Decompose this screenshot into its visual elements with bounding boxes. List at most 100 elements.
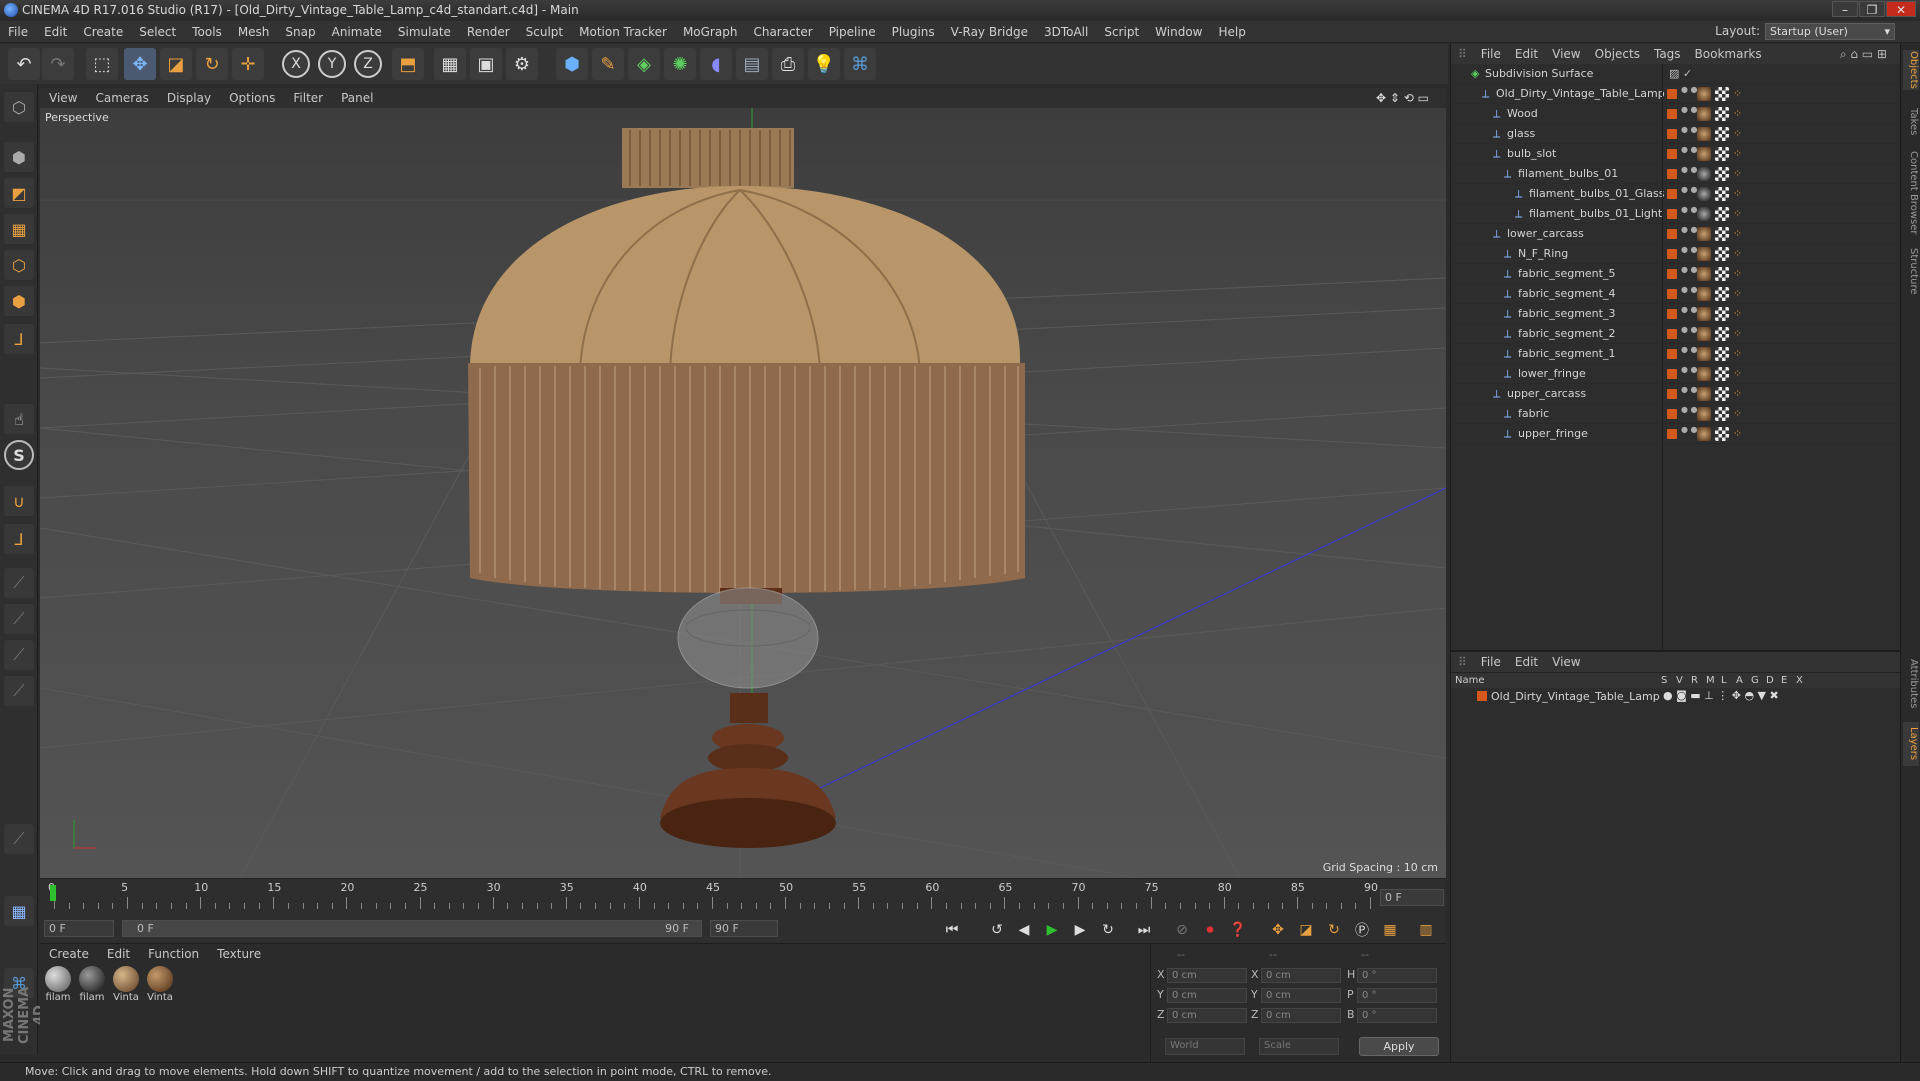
edges-mode-icon[interactable]: ⬡ [4,250,34,280]
layout-select[interactable]: Startup (User) ▾ [1765,23,1895,40]
uvw-tag-icon[interactable] [1715,267,1729,281]
selection-tag-icon[interactable]: ⁘ [1733,387,1742,400]
key-scale-icon[interactable]: ◪ [1294,919,1318,941]
object-tree-row[interactable]: ⟂ upper_carcass ● ● ⁘ [1451,384,1901,404]
brush-icon[interactable]: ⟋ [4,676,34,706]
object-tree-row[interactable]: ⟂ N_F_Ring ● ● ⁘ [1451,244,1901,264]
deformer-icon[interactable]: ◖ [700,48,732,80]
sculpt-icon[interactable]: ⟋ [4,824,34,854]
tab-structure[interactable]: Structure [1903,244,1919,298]
selection-tag-icon[interactable]: ⁘ [1733,367,1742,380]
render-view-icon[interactable]: ▦ [434,48,466,80]
layer-menu-edit[interactable]: Edit [1508,652,1545,672]
record-keys-icon[interactable]: ⊘ [1170,919,1194,941]
uvw-tag-icon[interactable] [1715,107,1729,121]
layer-menu-file[interactable]: File [1474,652,1508,672]
object-tree-row[interactable]: ⟂ fabric_segment_4 ● ● ⁘ [1451,284,1901,304]
selection-tag-icon[interactable]: ⁘ [1733,327,1742,340]
go-to-start-icon[interactable]: ⏮ [940,919,964,941]
x-axis-icon[interactable]: X [282,50,310,78]
viewport-menu-display[interactable]: Display [158,88,220,108]
obj-menu-tags[interactable]: Tags [1647,44,1688,64]
menu-window[interactable]: Window [1147,21,1210,43]
points-mode-icon[interactable]: ▦ [4,214,34,244]
rotation-b-field[interactable]: 0 ° [1357,1008,1437,1023]
polygons-mode-icon[interactable]: ⬢ [4,286,34,316]
position-y-field[interactable]: 0 cm [1167,988,1247,1003]
mograph-cloner-icon[interactable]: ✺ [664,48,696,80]
menu-snap[interactable]: Snap [277,21,323,43]
layer-color-dot[interactable] [1667,429,1677,439]
enabled-check-icon[interactable]: ▨ ✓ [1669,67,1692,80]
axis-mode-icon[interactable]: ⅃ [4,324,34,354]
tab-layers[interactable]: Layers [1903,722,1919,766]
timeline-end-field[interactable]: 0 F [1380,889,1444,906]
object-tree-row[interactable]: ⟂ glass ● ● ⁘ [1451,124,1901,144]
coordinate-system-icon[interactable]: ⬒ [392,48,424,80]
layer-color-dot[interactable] [1667,129,1677,139]
material-tag-icon[interactable] [1697,247,1711,261]
viewport-menu-cameras[interactable]: Cameras [86,88,157,108]
material-tag-icon[interactable] [1697,107,1711,121]
size-z-field[interactable]: 0 cm [1261,1008,1341,1023]
uvw-tag-icon[interactable] [1715,247,1729,261]
z-axis-icon[interactable]: Z [354,50,382,78]
selection-tag-icon[interactable]: ⁘ [1733,87,1742,100]
menu-edit[interactable]: Edit [36,21,75,43]
tab-objects[interactable]: Objects [1903,50,1919,90]
uvw-tag-icon[interactable] [1715,287,1729,301]
workplane-icon[interactable]: ◩ [4,178,34,208]
tab-takes[interactable]: Takes [1903,104,1919,140]
object-tree-row[interactable]: ⟂ fabric_segment_1 ● ● ⁘ [1451,344,1901,364]
layer-color-dot[interactable] [1667,389,1677,399]
object-tree-row[interactable]: ⟂ Old_Dirty_Vintage_Table_Lamp ● ● ⁘ [1451,84,1901,104]
selection-tag-icon[interactable]: ⁘ [1733,107,1742,120]
layer-color-dot[interactable] [1667,289,1677,299]
layer-color-dot[interactable] [1667,109,1677,119]
menu-motion-tracker[interactable]: Motion Tracker [571,21,675,43]
maximize-button[interactable]: ❐ [1859,1,1885,17]
menu-mograph[interactable]: MoGraph [675,21,746,43]
redo-icon[interactable]: ↷ [42,48,74,80]
layer-color-dot[interactable] [1667,209,1677,219]
rotation-h-field[interactable]: 0 ° [1357,968,1437,983]
layer-menu-view[interactable]: View [1545,652,1587,672]
3d-viewport[interactable]: Perspective Grid Spacing : 10 cm [40,108,1446,878]
object-tree-row[interactable]: ⟂ lower_fringe ● ● ⁘ [1451,364,1901,384]
menu-plugins[interactable]: Plugins [884,21,943,43]
selection-tag-icon[interactable]: ⁘ [1733,407,1742,420]
obj-menu-file[interactable]: File [1474,44,1508,64]
visibility-dots-icon[interactable]: ● ● [1681,386,1698,394]
layer-color-dot[interactable] [1667,249,1677,259]
visibility-dots-icon[interactable]: ● ● [1681,306,1698,314]
menu-vray-bridge[interactable]: V-Ray Bridge [943,21,1036,43]
bridge-icon[interactable]: ⟋ [4,604,34,634]
material-tag-icon[interactable] [1697,187,1711,201]
selection-tag-icon[interactable]: ⁘ [1733,207,1742,220]
layer-color-dot[interactable] [1667,229,1677,239]
key-rotation-icon[interactable]: ↻ [1322,919,1346,941]
keyframe-selection-icon[interactable]: ❓ [1226,919,1250,941]
object-tree-row[interactable]: ⟂ fabric ● ● ⁘ [1451,404,1901,424]
material-tag-icon[interactable] [1697,347,1711,361]
visibility-dots-icon[interactable]: ● ● [1681,226,1698,234]
magnet-icon[interactable]: ∪ [4,486,34,516]
visibility-dots-icon[interactable]: ● ● [1681,406,1698,414]
layer-color-dot[interactable] [1667,149,1677,159]
go-to-end-icon[interactable]: ⏭ [1132,919,1156,941]
layer-color-dot[interactable] [1667,309,1677,319]
selection-tag-icon[interactable]: ⁘ [1733,127,1742,140]
visibility-dots-icon[interactable]: ● ● [1681,166,1698,174]
menu-tools[interactable]: Tools [184,21,230,43]
material-tag-icon[interactable] [1697,367,1711,381]
grid-icon[interactable]: ▦ [4,896,34,926]
material-tag-icon[interactable] [1697,87,1711,101]
search-icon[interactable]: ⌕ ⌂ ▭ ⊞ [1833,44,1894,64]
obj-menu-objects[interactable]: Objects [1588,44,1647,64]
undo-icon[interactable]: ↶ [8,48,40,80]
object-tree-row[interactable]: ⟂ lower_carcass ● ● ⁘ [1451,224,1901,244]
texture-mode-icon[interactable]: ⬢ [4,142,34,172]
uvw-tag-icon[interactable] [1715,307,1729,321]
selection-tag-icon[interactable]: ⁘ [1733,247,1742,260]
obj-menu-bookmarks[interactable]: Bookmarks [1688,44,1769,64]
